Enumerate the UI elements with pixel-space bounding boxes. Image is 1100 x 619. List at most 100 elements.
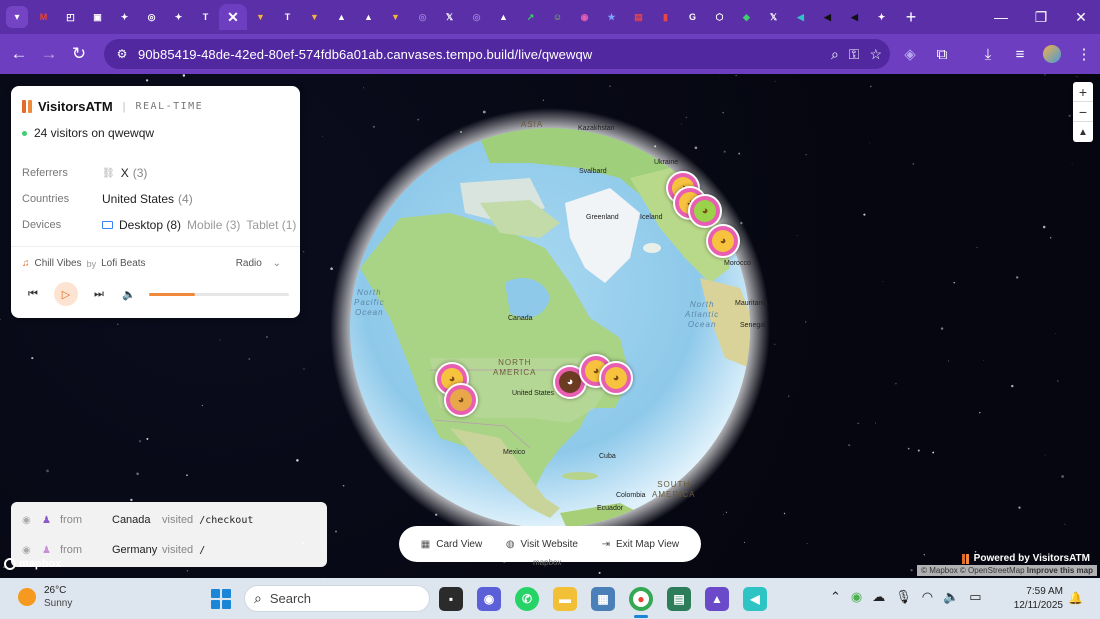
browser-tab[interactable]: ◀ (841, 4, 868, 30)
mapbox-logo[interactable]: mapbox (4, 558, 61, 570)
browser-tab[interactable]: ▲ (490, 4, 517, 30)
browser-tab[interactable]: ◎ (409, 4, 436, 30)
extensions-puzzle-icon[interactable]: ⧉ (928, 40, 956, 68)
map-canvas[interactable]: ASIA Kazakhstan Ukraine Svalbard Greenla… (0, 74, 1100, 578)
battery-icon[interactable]: ▭ (969, 589, 981, 605)
clock[interactable]: 7:59 AM 12/11/2025 (1014, 585, 1063, 613)
forward-button[interactable]: → (34, 39, 64, 69)
browser-tab[interactable]: ▤ (625, 4, 652, 30)
browser-tab[interactable]: ▣ (84, 4, 111, 30)
browser-tab[interactable]: ★ (598, 4, 625, 30)
next-track-button[interactable]: ⏭ (88, 283, 110, 305)
zoom-out-button[interactable]: − (1073, 102, 1093, 122)
password-key-icon[interactable]: ⚿ (849, 46, 860, 63)
taskbar-search[interactable]: ⌕ Search (244, 585, 430, 612)
chevron-up-icon[interactable]: ⌃ (830, 589, 841, 605)
app-icon[interactable]: ▲ (705, 587, 729, 611)
browser-tab[interactable]: ▲ (328, 4, 355, 30)
task-view-icon[interactable]: ▪ (439, 587, 463, 611)
file-explorer-icon[interactable]: ▬ (553, 587, 577, 611)
browser-tab[interactable]: ◀ (787, 4, 814, 30)
station-select[interactable]: Radio ⌄ (236, 258, 281, 269)
referrer-value[interactable]: X (121, 166, 129, 180)
device-tablet[interactable]: Tablet (1) (246, 218, 296, 232)
copyright-osm[interactable]: © OpenStreetMap (960, 566, 1025, 575)
browser-tab[interactable]: ✕ (219, 4, 247, 30)
app-icon[interactable]: ▤ (667, 587, 691, 611)
bookmark-star-icon[interactable]: ☆ (869, 46, 882, 63)
browser-tab[interactable]: ▼ (247, 4, 274, 30)
visitor-pin[interactable]: ◕ (706, 224, 740, 258)
new-tab-button[interactable]: + (899, 7, 923, 28)
chrome-icon[interactable]: ● (629, 587, 653, 611)
teams-icon[interactable]: ◉ (477, 587, 501, 611)
site-info-icon[interactable]: ⚙ (110, 47, 134, 61)
browser-tab[interactable]: 𝕏 (436, 4, 463, 30)
media-control-icon[interactable]: ≡ (1006, 40, 1034, 68)
onedrive-icon[interactable]: ☁ (872, 589, 885, 605)
browser-tab[interactable]: ▲ (355, 4, 382, 30)
globe[interactable]: ASIA Kazakhstan Ukraine Svalbard Greenla… (330, 108, 770, 548)
device-desktop[interactable]: Desktop (8) (119, 218, 181, 232)
profile-avatar[interactable] (1038, 40, 1066, 68)
visitor-pin[interactable]: ◕ (688, 194, 722, 228)
url-text[interactable]: 90b85419-48de-42ed-80ef-574fdb6a01ab.can… (138, 47, 592, 62)
tab-search-button[interactable]: ▾ (6, 6, 28, 28)
close-window-button[interactable]: ✕ (1062, 0, 1100, 34)
app-icon[interactable]: ◀ (743, 587, 767, 611)
download-icon[interactable]: ⤓ (974, 40, 1002, 68)
browser-tab[interactable]: ▮ (652, 4, 679, 30)
improve-map-link[interactable]: Improve this map (1027, 566, 1093, 575)
browser-tab[interactable]: T (192, 4, 219, 30)
compass-reset-button[interactable]: ▲ (1073, 122, 1093, 142)
copyright-mapbox[interactable]: © Mapbox (921, 566, 958, 575)
browser-tab[interactable]: ◀ (814, 4, 841, 30)
browser-tab[interactable]: ⬡ (706, 4, 733, 30)
notification-bell-icon[interactable]: 🔔 (1068, 591, 1083, 605)
volume-icon[interactable]: 🔈 (943, 589, 959, 605)
whatsapp-icon[interactable]: ✆ (515, 587, 539, 611)
browser-tab[interactable]: ✦ (868, 4, 895, 30)
browser-tab[interactable]: ▼ (301, 4, 328, 30)
previous-track-button[interactable]: ⏮ (22, 283, 44, 305)
start-button[interactable] (211, 589, 231, 609)
powered-by[interactable]: Powered by VisitorsATM (961, 553, 1090, 564)
exit-map-button[interactable]: ⇥ Exit Map View (602, 539, 680, 550)
browser-tab[interactable]: ◎ (138, 4, 165, 30)
chrome-menu-icon[interactable]: ⋮ (1070, 40, 1098, 68)
zoom-icon[interactable]: ⌕ (831, 46, 839, 63)
minimize-button[interactable]: — (982, 0, 1020, 34)
store-icon[interactable]: ▦ (591, 587, 615, 611)
volume-icon[interactable]: 🔈 (118, 283, 140, 305)
browser-tab[interactable]: G (679, 4, 706, 30)
browser-tab[interactable]: ✦ (165, 4, 192, 30)
browser-tab[interactable]: 𝕏 (760, 4, 787, 30)
zoom-in-button[interactable]: + (1073, 82, 1093, 102)
browser-tab[interactable]: T (274, 4, 301, 30)
restore-button[interactable]: ❐ (1022, 0, 1060, 34)
microphone-icon[interactable]: 🎙 (895, 589, 912, 605)
visitor-pin[interactable]: ◕ (444, 383, 478, 417)
back-button[interactable]: ← (4, 39, 34, 69)
browser-tab[interactable]: ◆ (733, 4, 760, 30)
wifi-icon[interactable]: ◠ (922, 589, 933, 605)
ai-extension-icon[interactable]: ◈ (896, 40, 924, 68)
browser-tab[interactable]: ◎ (463, 4, 490, 30)
close-icon[interactable]: ✕ (227, 9, 239, 26)
visitor-pin[interactable]: ◕ (599, 361, 633, 395)
browser-tab[interactable]: ☺ (544, 4, 571, 30)
device-mobile[interactable]: Mobile (3) (187, 218, 240, 232)
browser-tab[interactable]: ✦ (111, 4, 138, 30)
browser-tab[interactable]: ◉ (571, 4, 598, 30)
country-value[interactable]: United States (102, 192, 174, 206)
update-icon[interactable]: ◉ (851, 589, 862, 605)
playback-progress[interactable] (149, 293, 289, 296)
weather-widget[interactable]: 26°C Sunny (18, 584, 72, 610)
browser-tab[interactable]: M (30, 4, 57, 30)
visit-website-button[interactable]: ◍ Visit Website (506, 539, 578, 550)
browser-tab[interactable]: ▼ (382, 4, 409, 30)
play-button[interactable]: ▷ (54, 282, 78, 306)
reload-button[interactable]: ↻ (64, 39, 94, 69)
browser-tab[interactable]: ↗ (517, 4, 544, 30)
browser-tab[interactable]: ◰ (57, 4, 84, 30)
